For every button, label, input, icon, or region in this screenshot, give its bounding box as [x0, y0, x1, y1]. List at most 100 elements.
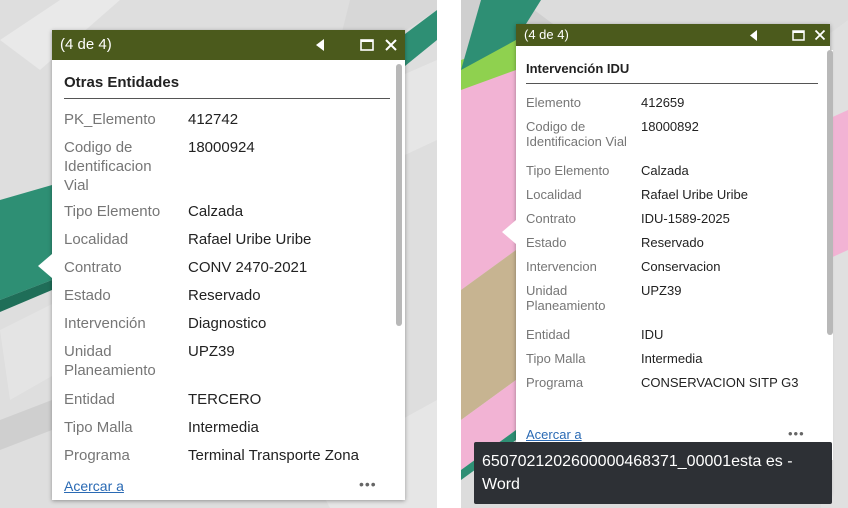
triangle-left-icon — [316, 39, 324, 51]
triangle-left-icon — [749, 29, 757, 41]
attribute-value: 412742 — [188, 111, 239, 128]
attribute-label: Tipo Elemento — [64, 203, 161, 220]
attribute-row: Tipo Elemento Calzada — [64, 202, 394, 230]
maximize-button[interactable] — [358, 30, 376, 60]
maximize-icon — [791, 29, 805, 41]
zoom-to-link[interactable]: Acercar a — [526, 427, 582, 442]
more-actions-button[interactable]: ••• — [788, 426, 805, 441]
attribute-label: Codigo de Identificacion Vial — [64, 139, 152, 194]
attribute-table: PK_Elemento 412742 Codigo de Identificaci… — [64, 110, 394, 468]
close-icon — [385, 39, 397, 51]
attribute-row: Entidad IDU — [526, 327, 826, 351]
attribute-label: Estado — [64, 287, 111, 304]
attribute-label: Codigo de Identificacion Vial — [526, 119, 627, 149]
heading-divider — [64, 98, 390, 99]
attribute-label: Programa — [64, 447, 130, 464]
attribute-label: Intervencion — [526, 259, 597, 274]
attribute-label: Tipo Malla — [64, 419, 133, 436]
attribute-row: Localidad Rafael Uribe Uribe — [526, 187, 826, 211]
attribute-row: Entidad TERCERO — [64, 390, 394, 418]
zoom-to-link[interactable]: Acercar a — [64, 478, 124, 494]
attribute-row: Unidad Planeamiento UPZ39 — [64, 342, 394, 390]
attribute-row: Codigo de Identificacion Vial 18000892 — [526, 119, 826, 163]
attribute-value: IDU — [641, 327, 664, 342]
attribute-label: Entidad — [64, 391, 115, 408]
attribute-value: Calzada — [188, 203, 244, 220]
maximize-button[interactable] — [790, 24, 806, 46]
attribute-value: Intermedia — [188, 419, 259, 436]
previous-feature-button[interactable] — [744, 24, 762, 46]
attribute-label: Intervención — [64, 315, 146, 332]
attribute-label: Localidad — [64, 231, 129, 248]
attribute-value: TERCERO — [188, 391, 262, 408]
popup-scrollbar[interactable] — [396, 64, 402, 484]
attribute-row: Intervencion Conservacion — [526, 259, 826, 283]
attribute-label: Contrato — [526, 211, 576, 226]
popup-pointer — [502, 220, 516, 244]
attribute-value: 18000892 — [641, 119, 699, 134]
attribute-row: Codigo de Identificacion Vial 18000924 — [64, 138, 394, 202]
attribute-value: UPZ39 — [641, 283, 682, 298]
attribute-row: Unidad Planeamiento UPZ39 — [526, 283, 826, 327]
popup-heading: Otras Entidades — [64, 74, 180, 91]
feature-counter: (4 de 4) — [60, 36, 112, 53]
attribute-row: Programa CONSERVACION SITP G3 — [526, 375, 826, 409]
attribute-value: Calzada — [641, 163, 689, 178]
popup-pointer — [38, 254, 52, 278]
attribute-row: Contrato CONV 2470-2021 — [64, 258, 394, 286]
feature-counter: (4 de 4) — [524, 27, 569, 42]
attribute-row: Estado Reservado — [526, 235, 826, 259]
attribute-row: Elemento 412659 — [526, 95, 826, 119]
attribute-value: Reservado — [641, 235, 704, 250]
window-tooltip: 650702120260000046837​1_00001esta es - W… — [474, 442, 832, 504]
attribute-row: Tipo Malla Intermedia — [526, 351, 826, 375]
attribute-row: Programa Terminal Transporte Zona — [64, 446, 394, 468]
attribute-value: Intermedia — [641, 351, 703, 366]
attribute-value: Rafael Uribe Uribe — [188, 231, 312, 248]
heading-divider — [526, 83, 818, 84]
attribute-value: Reservado — [188, 287, 261, 304]
more-actions-button[interactable]: ••• — [359, 476, 377, 492]
attribute-row: Tipo Malla Intermedia — [64, 418, 394, 446]
attribute-value: UPZ39 — [188, 343, 235, 360]
attribute-value: Rafael Uribe Uribe — [641, 187, 748, 202]
close-button[interactable] — [812, 24, 828, 46]
close-button[interactable] — [382, 30, 400, 60]
attribute-value: IDU-1589-2025 — [641, 211, 730, 226]
previous-feature-button[interactable] — [310, 30, 330, 60]
feature-popup-left: (4 de 4) Otras Entidades PK_Elemento 4127… — [38, 30, 405, 500]
maximize-icon — [360, 39, 374, 51]
popup-title-bar: (4 de 4) — [52, 30, 405, 60]
attribute-label: Unidad Planeamiento — [64, 343, 156, 379]
attribute-value: Diagnostico — [188, 315, 267, 332]
attribute-label: Tipo Malla — [526, 351, 586, 366]
attribute-label: PK_Elemento — [64, 111, 156, 128]
attribute-row: Intervención Diagnostico — [64, 314, 394, 342]
attribute-value: 412659 — [641, 95, 685, 110]
close-icon — [814, 29, 826, 41]
attribute-row: Tipo Elemento Calzada — [526, 163, 826, 187]
popup-heading: Intervención IDU — [526, 61, 630, 76]
popup-scrollbar[interactable] — [827, 50, 833, 460]
attribute-label: Entidad — [526, 327, 571, 342]
attribute-label: Programa — [526, 375, 584, 390]
attribute-table: Elemento 412659 Codigo de Identificacion … — [526, 95, 826, 409]
attribute-row: Contrato IDU-1589-2025 — [526, 211, 826, 235]
attribute-value: CONSERVACION SITP G3 — [641, 375, 799, 390]
feature-popup-right: (4 de 4) Intervención IDU Elemento 412659… — [502, 24, 833, 494]
attribute-value: Conservacion — [641, 259, 721, 274]
attribute-label: Contrato — [64, 259, 122, 276]
scrollbar-thumb[interactable] — [396, 64, 402, 326]
attribute-value: Terminal Transporte Zona — [188, 447, 359, 464]
attribute-label: Localidad — [526, 187, 582, 202]
attribute-label: Elemento — [526, 95, 581, 110]
attribute-row: PK_Elemento 412742 — [64, 110, 394, 138]
attribute-value: 18000924 — [188, 139, 255, 156]
attribute-label: Tipo Elemento — [526, 163, 610, 178]
attribute-row: Localidad Rafael Uribe Uribe — [64, 230, 394, 258]
attribute-label: Estado — [526, 235, 567, 250]
popup-title-bar: (4 de 4) — [516, 24, 830, 46]
attribute-value: CONV 2470-2021 — [188, 259, 308, 276]
scrollbar-thumb[interactable] — [827, 50, 833, 335]
attribute-label: Unidad Planeamiento — [526, 283, 606, 313]
